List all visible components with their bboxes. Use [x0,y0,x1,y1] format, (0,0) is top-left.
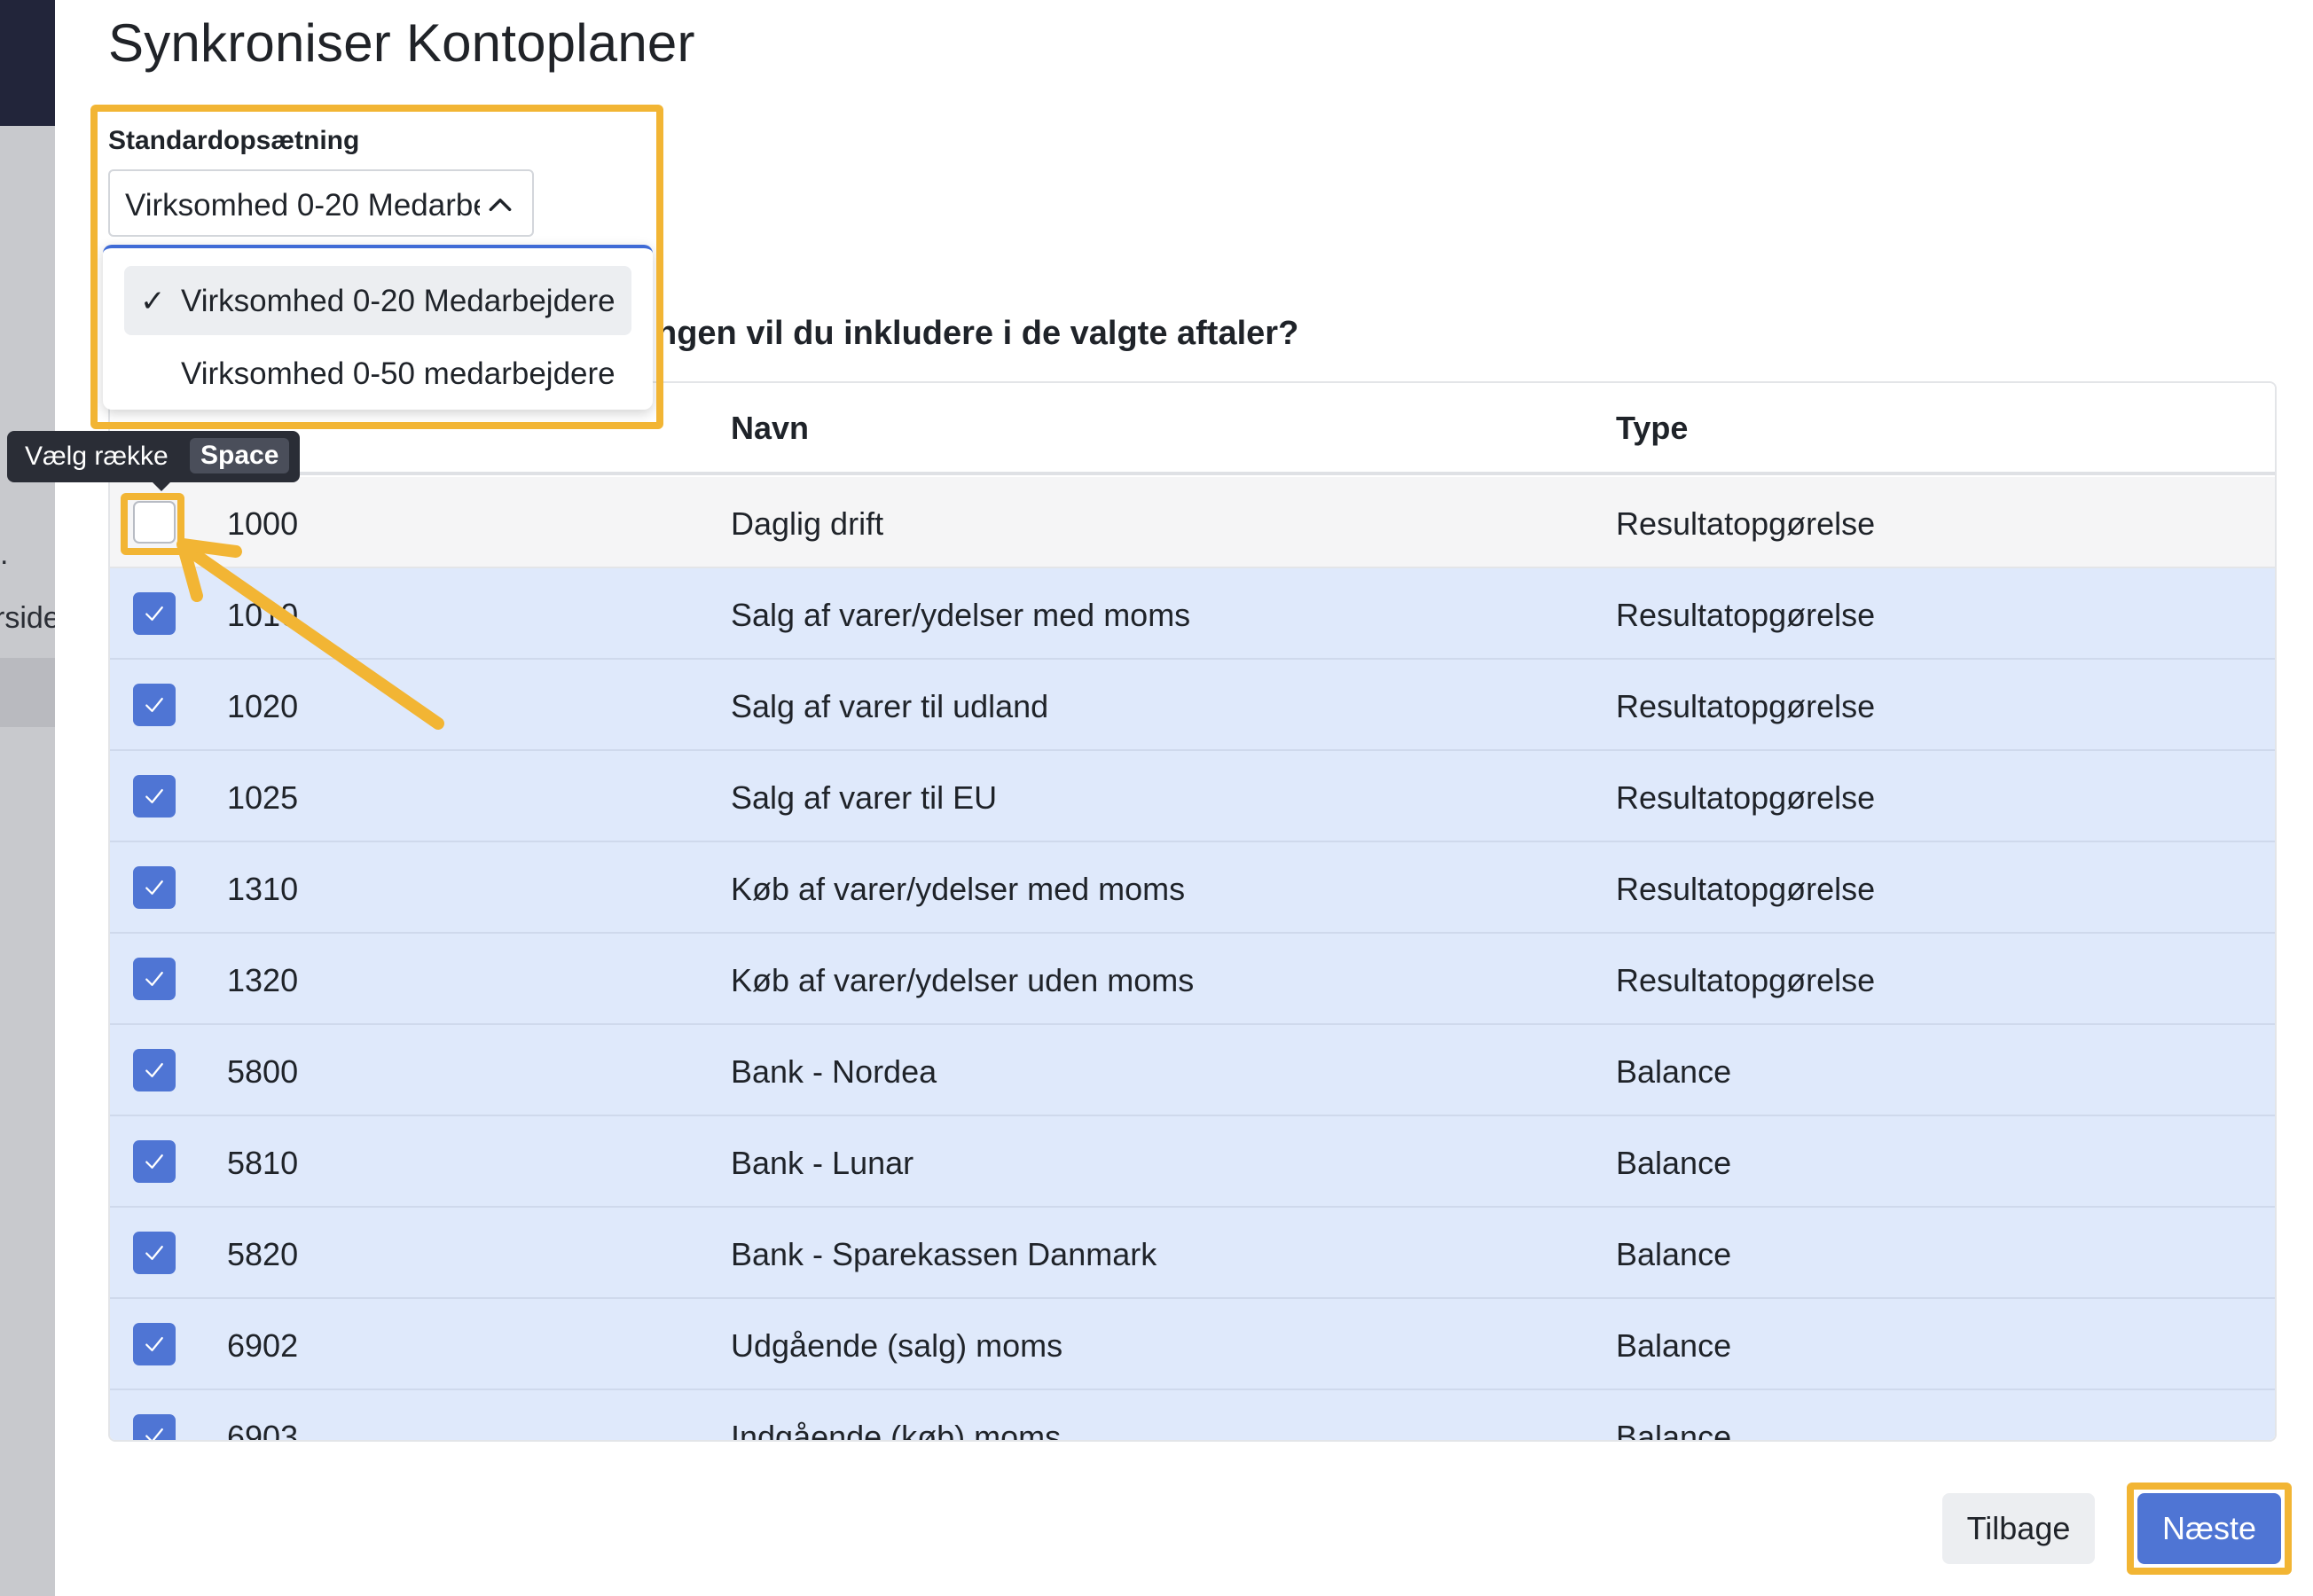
table-row[interactable]: 5800 Bank - Nordea Balance [110,1025,2275,1116]
standard-setup-option[interactable]: Virksomhed 0-50 medarbejdere [124,339,631,408]
standard-setup-value: Virksomhed 0-20 Medarbejdere [125,188,480,223]
table-row[interactable]: 1310 Køb af varer/ydelser med moms Resulta… [110,842,2275,934]
back-button[interactable]: Tilbage [1942,1493,2095,1564]
table-row[interactable]: 1025 Salg af varer til EU Resultatopgørels… [110,751,2275,842]
standard-setup-option[interactable]: ✓ Virksomhed 0-20 Medarbejdere [124,266,631,335]
standard-setup-select[interactable]: Virksomhed 0-20 Medarbejdere [108,169,534,237]
row-account-name: Salg af varer til EU [731,779,998,816]
row-checkbox[interactable] [133,1140,176,1183]
chevron-up-icon [489,198,512,212]
option-label: Virksomhed 0-50 medarbejdere [181,356,615,391]
row-account-number: 1025 [227,779,299,816]
row-account-number: 1020 [227,688,299,724]
table-row[interactable]: 1010 Salg af varer/ydelser med moms Result… [110,568,2275,660]
row-account-number: 1320 [227,962,299,998]
sidebar: . rside [0,0,55,1596]
sidebar-active-item[interactable] [0,658,55,727]
row-account-type: Balance [1616,1145,1732,1181]
row-account-type: Balance [1616,1327,1732,1364]
row-account-type: Balance [1616,1236,1732,1272]
table-row[interactable]: 5820 Bank - Sparekassen Danmark Balance [110,1208,2275,1299]
page-title: Synkroniser Kontoplaner [108,13,695,73]
table-row[interactable]: 1000 Daglig drift Resultatopgørelse [110,477,2275,568]
row-account-number: 6903 [227,1419,299,1442]
table-row[interactable]: 1020 Salg af varer til udland Resultatopgø… [110,660,2275,751]
row-account-number: 5820 [227,1236,299,1272]
sidebar-item-label[interactable]: rside [0,601,55,636]
row-account-name: Bank - Lunar [731,1145,914,1181]
table-row[interactable]: 6903 Indgående (køb) moms Balance [110,1390,2275,1442]
row-account-type: Resultatopgørelse [1616,505,1876,542]
row-account-type: Resultatopgørelse [1616,597,1876,633]
row-account-name: Udgående (salg) moms [731,1327,1063,1364]
row-account-number: 1000 [227,505,299,542]
table-body: 1000 Daglig drift Resultatopgørelse 1010 Sal… [110,477,2275,1442]
row-account-name: Bank - Nordea [731,1053,937,1090]
next-button[interactable]: Næste [2137,1493,2281,1564]
row-checkbox[interactable] [133,775,176,818]
row-checkbox[interactable] [133,1232,176,1274]
row-account-type: Resultatopgørelse [1616,688,1876,724]
row-account-type: Balance [1616,1419,1732,1442]
row-checkbox[interactable] [133,684,176,726]
row-checkbox[interactable] [133,1323,176,1365]
row-account-number: 5800 [227,1053,299,1090]
table-row[interactable]: 5810 Bank - Lunar Balance [110,1116,2275,1208]
column-header-name[interactable]: Navn [731,410,809,447]
row-account-type: Resultatopgørelse [1616,962,1876,998]
tooltip-pointer [151,481,172,491]
sidebar-dot: . [0,537,9,571]
row-checkbox[interactable] [133,1414,176,1440]
row-account-type: Resultatopgørelse [1616,779,1876,816]
row-account-name: Daglig drift [731,505,884,542]
row-account-name: Salg af varer/ydelser med moms [731,597,1191,633]
table-question: ngen vil du inkludere i de valgte aftale… [656,315,1299,352]
column-header-type[interactable]: Type [1616,410,1688,447]
row-checkbox[interactable] [133,501,176,544]
tooltip-text: Vælg række [25,442,169,471]
select-row-tooltip: Vælg række Space [7,431,300,491]
row-checkbox[interactable] [133,1049,176,1091]
row-account-name: Bank - Sparekassen Danmark [731,1236,1157,1272]
row-account-type: Balance [1616,1053,1732,1090]
row-account-number: 1310 [227,871,299,907]
row-account-name: Indgående (køb) moms [731,1419,1062,1442]
option-label: Virksomhed 0-20 Medarbejdere [181,284,615,318]
table-row[interactable]: 6902 Udgående (salg) moms Balance [110,1299,2275,1390]
row-account-name: Køb af varer/ydelser uden moms [731,962,1195,998]
row-checkbox[interactable] [133,592,176,635]
sidebar-header [0,0,55,126]
row-checkbox[interactable] [133,866,176,909]
standard-setup-dropdown: ✓ Virksomhed 0-20 Medarbejdere Virksomhe… [103,245,653,410]
row-account-number: 5810 [227,1145,299,1181]
row-account-name: Køb af varer/ydelser med moms [731,871,1186,907]
accounts-table: Navn Type 1000 Daglig drift Resultatopgøre… [108,381,2277,1442]
row-checkbox[interactable] [133,958,176,1000]
tooltip-shortcut: Space [190,438,290,473]
row-account-type: Resultatopgørelse [1616,871,1876,907]
row-account-name: Salg af varer til udland [731,688,1049,724]
table-row[interactable]: 1320 Køb af varer/ydelser uden moms Result… [110,934,2275,1025]
check-icon: ✓ [140,285,166,318]
standard-setup-label: Standardopsætning [108,126,360,155]
row-account-number: 6902 [227,1327,299,1364]
row-account-number: 1010 [227,597,299,633]
